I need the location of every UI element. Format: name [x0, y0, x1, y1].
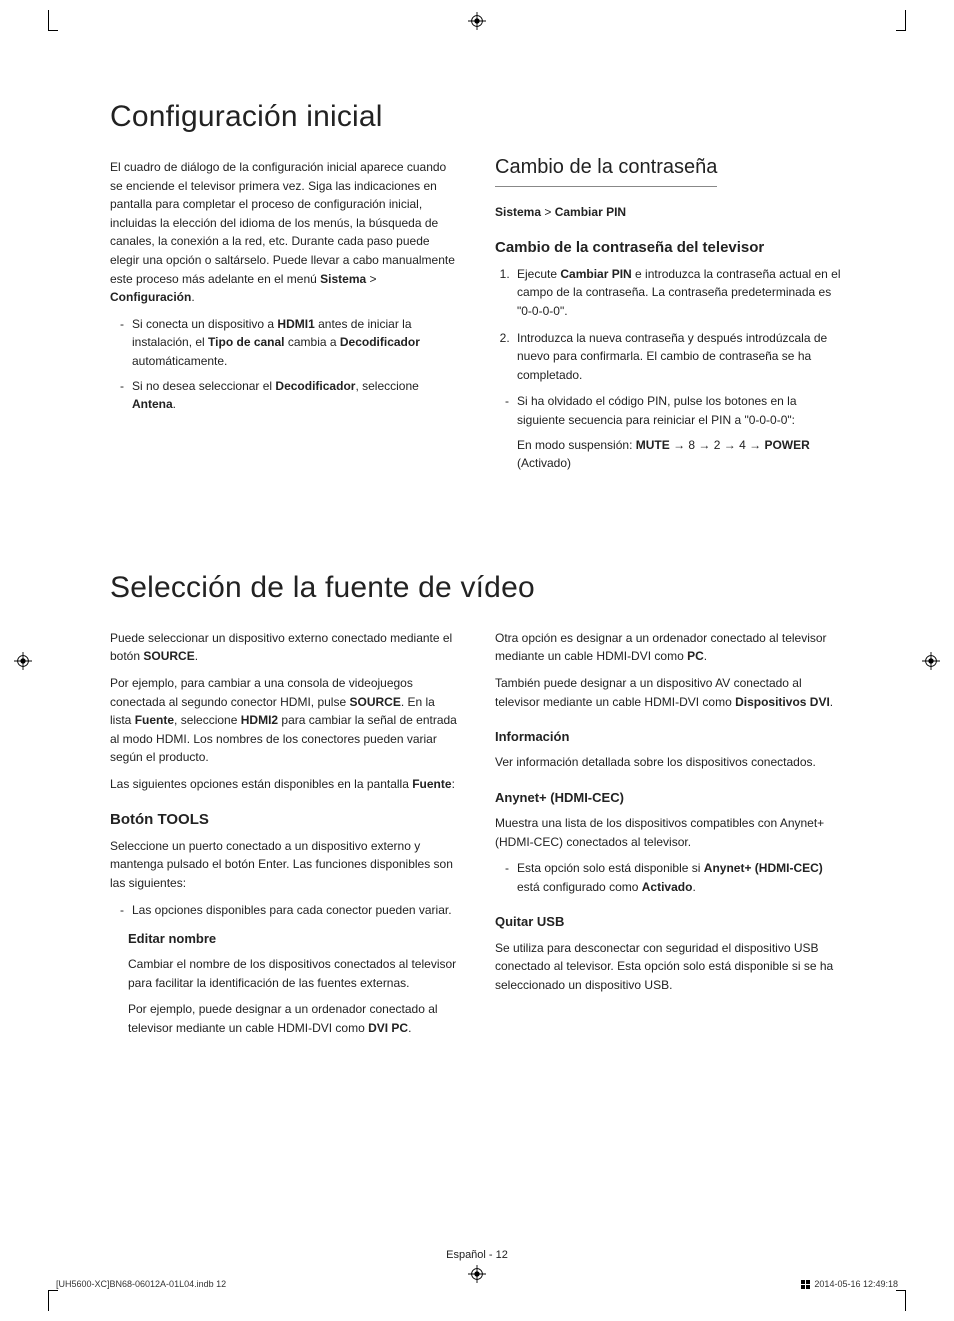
feature-heading: Anynet+ (HDMI-CEC)	[495, 788, 844, 808]
feature-heading: Quitar USB	[495, 912, 844, 932]
text: .	[173, 397, 176, 411]
grid-icon	[801, 1280, 810, 1289]
text: .	[191, 290, 194, 304]
term: Decodificador	[275, 379, 355, 393]
document-page: Configuración inicial El cuadro de diálo…	[0, 0, 954, 1321]
crop-mark	[48, 10, 59, 30]
term: Tipo de canal	[208, 335, 284, 349]
intro-paragraph: El cuadro de diálogo de la configuración…	[110, 158, 459, 307]
paragraph: Puede seleccionar un dispositivo externo…	[110, 629, 459, 666]
page-number: Español - 12	[0, 1249, 954, 1261]
text: >	[541, 205, 555, 219]
text: , seleccione	[355, 379, 418, 393]
text: Esta opción solo está disponible si	[517, 861, 704, 875]
registration-mark-icon	[922, 652, 940, 670]
footer-metadata: [UH5600-XC]BN68-06012A-01L04.indb 12 201…	[56, 1279, 898, 1289]
list-item: Si ha olvidado el código PIN, pulse los …	[505, 392, 844, 472]
crop-mark	[895, 10, 906, 30]
subheading: Botón TOOLS	[110, 808, 459, 831]
text: cambia a	[285, 335, 340, 349]
term: Activado	[642, 880, 693, 894]
paragraph: Otra opción es designar a un ordenador c…	[495, 629, 844, 666]
term: Anynet+ (HDMI-CEC)	[704, 861, 823, 875]
text: Ejecute	[517, 267, 560, 281]
text: :	[452, 777, 455, 791]
subheading: Cambio de la contraseña del televisor	[495, 236, 844, 259]
text: .	[195, 649, 198, 663]
term: HDMI2	[241, 713, 278, 727]
menu-name: Cambiar PIN	[555, 205, 626, 219]
registration-mark-icon	[468, 12, 486, 30]
button-name: POWER	[764, 438, 809, 452]
timestamp-text: 2014-05-16 12:49:18	[814, 1279, 898, 1289]
list-item: Las opciones disponibles para cada conec…	[120, 901, 459, 920]
left-column: El cuadro de diálogo de la configuración…	[110, 152, 459, 481]
section-title: Selección de la fuente de vídeo	[110, 571, 844, 605]
text: está configurado como	[517, 880, 642, 894]
paragraph: Las siguientes opciones están disponible…	[110, 775, 459, 794]
right-column: Cambio de la contraseña Sistema > Cambia…	[495, 152, 844, 481]
crop-mark	[895, 1291, 906, 1311]
section-video-source: Selección de la fuente de vídeo Puede se…	[110, 571, 844, 1046]
text: (Activado)	[517, 456, 571, 470]
text: Otra opción es designar a un ordenador c…	[495, 631, 827, 664]
term: Fuente	[412, 777, 451, 791]
paragraph: Seleccione un puerto conectado a un disp…	[110, 837, 459, 893]
section-title: Configuración inicial	[110, 100, 844, 134]
list-item: Esta opción solo está disponible si Anyn…	[505, 859, 844, 896]
paragraph: Por ejemplo, puede designar a un ordenad…	[128, 1000, 459, 1037]
text: , seleccione	[174, 713, 241, 727]
text: .	[830, 695, 833, 709]
button-name: SOURCE	[143, 649, 194, 663]
timestamp: 2014-05-16 12:49:18	[801, 1279, 898, 1289]
list-item: Si conecta un dispositivo a HDMI1 antes …	[120, 315, 459, 371]
term: Decodificador	[340, 335, 420, 349]
term: DVI PC	[368, 1021, 408, 1035]
paragraph: También puede designar a un dispositivo …	[495, 674, 844, 711]
text: .	[692, 880, 695, 894]
term: PC	[687, 649, 704, 663]
paragraph: Cambiar el nombre de los dispositivos co…	[128, 955, 459, 992]
paragraph: Muestra una lista de los dispositivos co…	[495, 814, 844, 851]
text: .	[408, 1021, 411, 1035]
text: Si conecta un dispositivo a	[132, 317, 277, 331]
menu-name: Configuración	[110, 290, 191, 304]
text: automáticamente.	[132, 354, 227, 368]
list-item: Introduzca la nueva contraseña y después…	[513, 329, 844, 385]
term: Cambiar PIN	[560, 267, 631, 281]
term: Dispositivos DVI	[735, 695, 830, 709]
button-name: MUTE	[636, 438, 670, 452]
list-item: Ejecute Cambiar PIN e introduzca la cont…	[513, 265, 844, 321]
text: .	[704, 649, 707, 663]
button-name: SOURCE	[349, 695, 400, 709]
feature-heading: Editar nombre	[128, 929, 459, 949]
left-column: Puede seleccionar un dispositivo externo…	[110, 623, 459, 1046]
subsection-title: Cambio de la contraseña	[495, 152, 717, 187]
crop-mark	[48, 1291, 59, 1311]
breadcrumb: Sistema > Cambiar PIN	[495, 203, 844, 222]
text: Las siguientes opciones están disponible…	[110, 777, 412, 791]
list-item: Si no desea seleccionar el Decodificador…	[120, 377, 459, 414]
text: Si no desea seleccionar el	[132, 379, 275, 393]
text: El cuadro de diálogo de la configuración…	[110, 160, 455, 286]
paragraph: Por ejemplo, para cambiar a una consola …	[110, 674, 459, 767]
term: Fuente	[135, 713, 174, 727]
right-column: Otra opción es designar a un ordenador c…	[495, 623, 844, 1046]
paragraph: Se utiliza para desconectar con segurida…	[495, 939, 844, 995]
paragraph: Ver información detallada sobre los disp…	[495, 753, 844, 772]
term: Antena	[132, 397, 173, 411]
menu-name: Sistema	[495, 205, 541, 219]
text: En modo suspensión:	[517, 438, 636, 452]
text: → 8 → 2 → 4 →	[670, 438, 765, 452]
term: HDMI1	[277, 317, 314, 331]
section-initial-setup: Configuración inicial El cuadro de diálo…	[110, 100, 844, 481]
menu-name: Sistema	[320, 272, 366, 286]
file-name: [UH5600-XC]BN68-06012A-01L04.indb 12	[56, 1279, 226, 1289]
text: Si ha olvidado el código PIN, pulse los …	[517, 394, 797, 427]
feature-heading: Información	[495, 727, 844, 747]
registration-mark-icon	[14, 652, 32, 670]
text: >	[366, 272, 376, 286]
